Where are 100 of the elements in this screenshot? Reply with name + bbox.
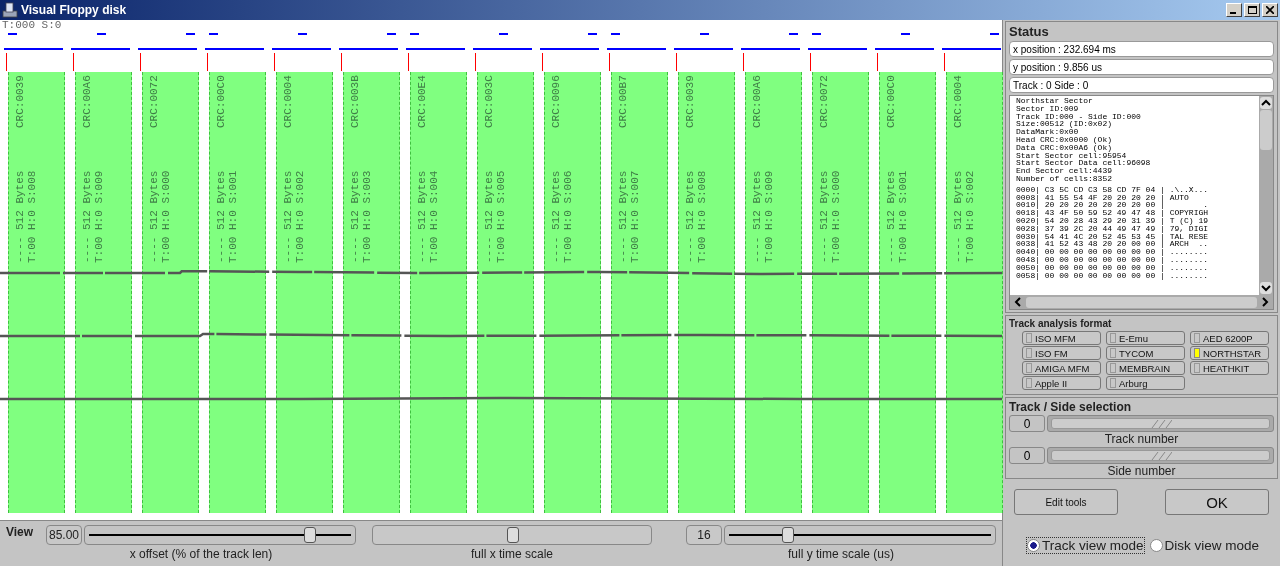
x-offset-label: x offset (% of the track len) bbox=[129, 547, 273, 561]
sector-block[interactable]: ---- 512 Bytes CRC:00E4 T:00 H:0 S:004 bbox=[410, 72, 467, 513]
crc-label: CRC:0004 bbox=[952, 75, 964, 128]
crc-label: CRC:0072 bbox=[818, 75, 830, 128]
sector-block[interactable]: ---- 512 Bytes CRC:00C0 T:00 H:0 S:001 bbox=[209, 72, 266, 513]
format-toggle-button[interactable]: ISO MFM bbox=[1022, 331, 1101, 345]
x-time-scale-slider[interactable] bbox=[372, 525, 652, 545]
sector-size-label: ---- 512 Bytes bbox=[617, 170, 629, 263]
sector-size-label: ---- 512 Bytes bbox=[416, 170, 428, 263]
crc-label: CRC:00A6 bbox=[751, 75, 763, 128]
format-toggle-button[interactable]: MEMBRAIN bbox=[1106, 361, 1185, 375]
sector-size-label: ---- 512 Bytes bbox=[349, 170, 361, 263]
crc-label: CRC:00C0 bbox=[885, 75, 897, 128]
slider-thumb[interactable] bbox=[782, 527, 795, 543]
sector-block[interactable]: ---- 512 Bytes CRC:00B7 T:00 H:0 S:007 bbox=[611, 72, 668, 513]
sector-size-label: ---- 512 Bytes bbox=[81, 170, 93, 263]
sector-id-label: T:00 H:0 S:005 bbox=[495, 170, 507, 263]
format-toggle-button[interactable]: AED 6200P bbox=[1190, 331, 1269, 345]
info-line: Start Sector cell:95954 bbox=[1016, 151, 1128, 160]
scrollbar-thumb[interactable] bbox=[1260, 110, 1272, 150]
info-line: Sector ID:009 bbox=[1016, 104, 1080, 113]
sector-id-label: T:00 H:0 S:008 bbox=[696, 170, 708, 263]
sector-block[interactable]: ---- 512 Bytes CRC:003B T:00 H:0 S:003 bbox=[343, 72, 400, 513]
sector-block[interactable]: ---- 512 Bytes CRC:00C0 T:00 H:0 S:001 bbox=[879, 72, 936, 513]
sector-block[interactable]: ---- 512 Bytes CRC:0072 T:00 H:0 S:000 bbox=[812, 72, 869, 513]
maximize-button[interactable] bbox=[1244, 3, 1260, 17]
format-toggle-button[interactable]: Arburg bbox=[1106, 376, 1185, 390]
horizontal-scrollbar[interactable] bbox=[1010, 295, 1273, 309]
selection-slider[interactable] bbox=[1047, 415, 1274, 432]
sector-id-label: T:00 H:0 S:008 bbox=[26, 170, 38, 263]
format-toggle-button[interactable]: Apple II bbox=[1022, 376, 1101, 390]
status-field: Track : 0 Side : 0 bbox=[1009, 77, 1274, 93]
sector-block[interactable]: ---- 512 Bytes CRC:0004 T:00 H:0 S:002 bbox=[946, 72, 1003, 513]
view-label: View bbox=[5, 525, 35, 539]
slider-thumb[interactable] bbox=[1051, 418, 1270, 429]
sector-id-label: T:00 H:0 S:009 bbox=[93, 170, 105, 263]
sector-size-label: ---- 512 Bytes bbox=[751, 170, 763, 263]
slider-thumb[interactable] bbox=[1051, 450, 1270, 461]
sector-id-label: T:00 H:0 S:006 bbox=[562, 170, 574, 263]
format-toggle-button[interactable]: E-Emu bbox=[1106, 331, 1185, 345]
sector-block[interactable]: ---- 512 Bytes CRC:00A6 T:00 H:0 S:009 bbox=[75, 72, 132, 513]
window-title: Visual Floppy disk bbox=[21, 3, 127, 17]
sector-block[interactable]: ---- 512 Bytes CRC:0072 T:00 H:0 S:000 bbox=[142, 72, 199, 513]
sector-block[interactable]: ---- 512 Bytes CRC:0096 T:00 H:0 S:006 bbox=[544, 72, 601, 513]
sector-block[interactable]: ---- 512 Bytes CRC:00A6 T:00 H:0 S:009 bbox=[745, 72, 802, 513]
hex-dump-row-text: 0018| 43 4F 50 59 52 49 47 48 | COPYRIGH bbox=[1016, 209, 1210, 217]
number-field[interactable]: 0 bbox=[1009, 447, 1045, 464]
sector-size-label: ---- 512 Bytes bbox=[885, 170, 897, 263]
format-toggle-button[interactable]: ISO FM bbox=[1022, 346, 1101, 360]
y-time-scale-field[interactable]: 16 bbox=[686, 525, 722, 545]
scroll-right-icon[interactable] bbox=[1259, 296, 1271, 308]
format-toggle-button[interactable]: TYCOM bbox=[1106, 346, 1185, 360]
sector-id-label: T:00 H:0 S:000 bbox=[830, 170, 842, 263]
status-field: y position : 9.856 us bbox=[1009, 59, 1274, 75]
crc-label: CRC:003C bbox=[483, 75, 495, 128]
view-mode-radio[interactable]: Track view mode bbox=[1026, 536, 1145, 554]
x-offset-field[interactable]: 85.00 bbox=[46, 525, 82, 545]
y-time-scale-label: full y time scale (us) bbox=[788, 547, 894, 561]
format-toggle-button[interactable]: AMIGA MFM bbox=[1022, 361, 1101, 375]
grip-icon bbox=[1149, 419, 1172, 428]
selector-label: Track number bbox=[1103, 432, 1180, 446]
y-time-scale-slider[interactable] bbox=[724, 525, 996, 545]
close-button[interactable] bbox=[1262, 3, 1278, 17]
scroll-left-icon[interactable] bbox=[1012, 296, 1024, 308]
format-toggle-button[interactable]: HEATHKIT bbox=[1190, 361, 1269, 375]
view-mode-radio[interactable]: Disk view mode bbox=[1148, 536, 1261, 554]
crc-label: CRC:0004 bbox=[282, 75, 294, 128]
edit-tools-button[interactable]: Edit tools bbox=[1014, 489, 1118, 515]
info-line: Number of cells:8352 bbox=[1016, 174, 1113, 183]
crc-label: CRC:003B bbox=[349, 75, 361, 128]
minimize-button[interactable] bbox=[1226, 3, 1242, 17]
sector-block[interactable]: ---- 512 Bytes CRC:0004 T:00 H:0 S:002 bbox=[276, 72, 333, 513]
sector-block[interactable]: ---- 512 Bytes CRC:0039 T:00 H:0 S:008 bbox=[678, 72, 735, 513]
crc-label: CRC:00E4 bbox=[416, 75, 428, 128]
info-line: Northstar Sector bbox=[1016, 97, 1094, 105]
info-line: Data CRC:0x00A6 (Ok) bbox=[1016, 143, 1113, 152]
vertical-scrollbar[interactable] bbox=[1259, 96, 1273, 295]
scroll-down-icon[interactable] bbox=[1260, 282, 1272, 294]
slider-thumb[interactable] bbox=[507, 527, 519, 543]
hex-dump-row-text: 0038| 41 52 43 48 20 20 00 00 | ARCH .. bbox=[1016, 240, 1210, 249]
sector-block[interactable]: ---- 512 Bytes CRC:003C T:00 H:0 S:005 bbox=[477, 72, 534, 513]
info-line: Track ID:000 - Side ID:000 bbox=[1016, 112, 1142, 121]
ok-button[interactable]: OK bbox=[1165, 489, 1269, 515]
hex-dump-row-text: 0008| 41 55 54 4F 20 20 20 20 | AUTO bbox=[1016, 193, 1190, 202]
format-toggle-button[interactable]: NORTHSTAR bbox=[1190, 346, 1269, 360]
scroll-up-icon[interactable] bbox=[1260, 97, 1272, 109]
sector-block[interactable]: ---- 512 Bytes CRC:0039 T:00 H:0 S:008 bbox=[8, 72, 65, 513]
scrollbar-thumb[interactable] bbox=[1026, 296, 1257, 308]
track-side-label: T:000 S:0 bbox=[1, 20, 63, 31]
floppy-drive-icon bbox=[2, 2, 18, 18]
track-analysis-title: Track analysis format bbox=[1009, 318, 1113, 329]
x-offset-slider[interactable] bbox=[84, 525, 356, 545]
maximize-icon bbox=[1247, 6, 1257, 14]
crc-label: CRC:00B7 bbox=[617, 75, 629, 128]
selection-slider[interactable] bbox=[1047, 447, 1274, 464]
sector-size-label: ---- 512 Bytes bbox=[483, 170, 495, 263]
slider-thumb[interactable] bbox=[304, 527, 317, 543]
crc-label: CRC:0072 bbox=[148, 75, 160, 128]
track-view-canvas[interactable] bbox=[0, 20, 1002, 520]
number-field[interactable]: 0 bbox=[1009, 415, 1045, 432]
